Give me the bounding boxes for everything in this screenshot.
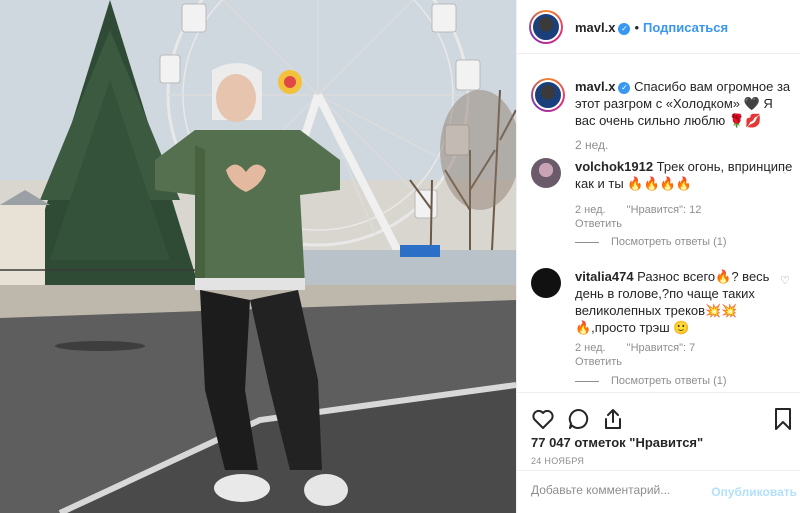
post-sidebar: mavl.x ✓ • Подписаться mavl.x ✓ Спасибо вам … [516, 0, 800, 513]
like-comment-icon[interactable]: ♡ [780, 164, 790, 177]
comment-text-row: vitalia474 Разнос всего🔥? весь день в го… [531, 268, 793, 336]
share-icon[interactable] [601, 407, 625, 431]
caption-username[interactable]: mavl.x [575, 79, 615, 94]
post-photo[interactable] [0, 0, 516, 513]
divider [575, 241, 599, 243]
like-comment-icon[interactable]: ♡ [780, 274, 790, 287]
post-date: 24 НОЯБРЯ [531, 456, 585, 466]
comment-meta: 2 нед. "Нравится": 7 [575, 342, 695, 354]
heart-icon[interactable] [531, 407, 555, 431]
header-user-row: mavl.x ✓ • Подписаться [575, 20, 728, 35]
avatar[interactable] [531, 268, 561, 298]
avatar[interactable] [531, 158, 561, 188]
separator-dot: • [634, 20, 640, 35]
comment-icon[interactable] [567, 407, 591, 431]
header-username[interactable]: mavl.x [575, 20, 615, 35]
caption-text-row: mavl.x ✓ Спасибо вам огромное за этот раз… [531, 78, 793, 129]
view-replies-label: Посмотреть ответы (1) [611, 236, 727, 248]
reply-button[interactable]: Ответить [575, 356, 622, 368]
comment-username[interactable]: vitalia474 [575, 269, 634, 284]
divider [575, 380, 599, 382]
follow-button[interactable]: Подписаться [643, 20, 728, 35]
verified-icon: ✓ [618, 81, 631, 94]
publish-button[interactable]: Опубликовать [711, 485, 797, 499]
caption: mavl.x ✓ Спасибо вам огромное за этот раз… [531, 78, 793, 129]
comment-input[interactable] [531, 483, 711, 497]
comment-likes[interactable]: "Нравится": 12 [627, 204, 702, 216]
photo-scene [0, 0, 516, 513]
comment-text-row: volchok1912 Трек огонь, впринципе как и … [531, 158, 793, 192]
comment-time: 2 нед. [575, 204, 606, 216]
comment-likes[interactable]: "Нравится": 7 [627, 342, 696, 354]
list-item: vitalia474 Разнос всего🔥? весь день в го… [531, 268, 793, 336]
list-item: volchok1912 Трек огонь, впринципе как и … [531, 158, 793, 192]
comment-time: 2 нед. [575, 342, 606, 354]
post-header: mavl.x ✓ • Подписаться [517, 0, 800, 54]
caption-time: 2 нед. [575, 138, 609, 152]
reply-button[interactable]: Ответить [575, 218, 622, 230]
likes-count[interactable]: 77 047 отметок "Нравится" [531, 435, 703, 450]
post-actions: 77 047 отметок "Нравится" 24 НОЯБРЯ Опуб… [517, 392, 800, 513]
comment-username[interactable]: volchok1912 [575, 159, 653, 174]
add-comment-bar: Опубликовать [517, 470, 800, 513]
bookmark-icon[interactable] [771, 407, 795, 431]
avatar[interactable] [531, 78, 565, 112]
view-replies-button[interactable]: Посмотреть ответы (1) [575, 375, 727, 387]
verified-icon: ✓ [618, 22, 631, 35]
view-replies-button[interactable]: Посмотреть ответы (1) [575, 236, 727, 248]
avatar[interactable] [529, 10, 563, 44]
comment-meta: 2 нед. "Нравится": 12 [575, 204, 701, 216]
view-replies-label: Посмотреть ответы (1) [611, 375, 727, 387]
